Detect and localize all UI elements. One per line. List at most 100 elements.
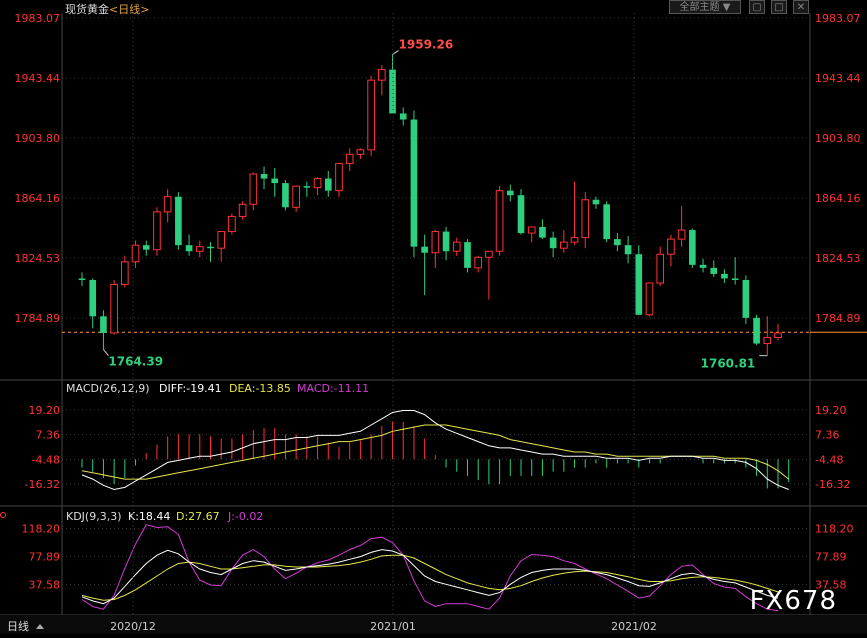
- macd-axis-label-left: 19.20: [29, 404, 61, 417]
- candle-body: [753, 317, 760, 344]
- candle-body: [495, 190, 504, 252]
- watermark-logo: FX678: [749, 586, 837, 616]
- candle-body: [656, 253, 665, 284]
- price-axis-label-right: 1943.44: [815, 72, 861, 85]
- kdj-axis-label-left: 37.58: [29, 579, 61, 592]
- candle-body: [399, 113, 407, 120]
- candle-body: [377, 69, 386, 81]
- candle-body: [763, 337, 772, 345]
- macd-axis-label-right: -4.48: [815, 453, 843, 466]
- price-axis-label-left: 1864.16: [15, 192, 61, 205]
- candle-body: [303, 186, 311, 188]
- price-axis-label-left: 1824.53: [15, 252, 61, 265]
- candle-body: [175, 196, 182, 246]
- candle-body: [260, 174, 268, 179]
- candle-body: [249, 173, 258, 205]
- high-price-annotation: 1959.26: [399, 37, 454, 51]
- candle-body: [452, 241, 461, 252]
- candle-body: [721, 273, 728, 279]
- candle-body: [677, 229, 686, 240]
- candle-body: [367, 79, 375, 151]
- macd-axis-label-right: -16.32: [815, 478, 850, 491]
- candle-body: [313, 178, 322, 189]
- candle-body: [667, 238, 675, 255]
- candle-body: [207, 246, 214, 249]
- candle-body: [217, 231, 226, 249]
- candle-body: [527, 226, 536, 234]
- macd-axis-label-left: -16.32: [25, 478, 60, 491]
- chevron-down-icon: ▼: [722, 2, 731, 13]
- candle-body: [100, 316, 107, 333]
- price-axis-label-right: 1864.16: [815, 192, 861, 205]
- candle-body: [345, 153, 354, 164]
- candle-body: [282, 183, 289, 208]
- candle-body: [699, 264, 707, 268]
- price-axis-label-left: 1943.44: [15, 72, 61, 85]
- theme-selector-label: 全部主题: [679, 2, 720, 13]
- candle-body: [195, 246, 204, 252]
- maximize-icon[interactable]: □: [771, 0, 787, 14]
- price-axis-label-right: 1824.53: [815, 252, 861, 265]
- macd-axis-label-right: 7.36: [815, 429, 840, 442]
- time-axis-label: 2021/02: [611, 620, 657, 633]
- kdj-d-legend: D:27.67: [176, 510, 220, 523]
- candle-body: [271, 178, 279, 184]
- period-label[interactable]: <日线>: [109, 3, 149, 16]
- chart-title-group: 现货黄金<日线>: [65, 1, 149, 17]
- candle-body: [431, 231, 440, 254]
- candle-body: [389, 69, 396, 114]
- candle-body: [485, 250, 493, 258]
- candle-body: [185, 245, 193, 252]
- candle-body: [731, 278, 739, 280]
- kdj-axis-label-left: 77.89: [29, 551, 61, 564]
- macd-axis-label-left: -4.48: [32, 453, 60, 466]
- macd-dea-legend: DEA:-13.85: [229, 382, 291, 395]
- candle-body: [603, 204, 610, 240]
- low-price-annotation-right: 1760.81: [701, 357, 756, 371]
- candle-body: [742, 279, 750, 318]
- macd-label: MACD(26,12,9): [66, 382, 150, 395]
- macd-diff-legend: DIFF:-19.41: [159, 382, 222, 395]
- theme-selector-button[interactable]: 全部主题 ▼: [669, 0, 741, 14]
- candle-body: [517, 195, 525, 234]
- candle-body: [335, 162, 343, 192]
- macd-axis-label-left: 7.36: [36, 429, 61, 442]
- candle-body: [539, 227, 546, 238]
- candle-body: [645, 282, 654, 316]
- candle-body: [121, 261, 129, 286]
- candle-body: [614, 239, 621, 246]
- candle-body: [442, 231, 450, 252]
- macd-value-legend: MACD:-11.11: [297, 382, 369, 395]
- window-restore-icon[interactable]: ▢: [749, 0, 765, 14]
- candle-body: [324, 178, 332, 191]
- price-axis-label-right: 1983.07: [815, 12, 861, 25]
- candle-body: [710, 267, 718, 274]
- candle-body: [624, 245, 632, 255]
- candle-body: [142, 245, 150, 250]
- chart-stage: 1983.07 1983.07 1943.44 1943.44 1903.80 1903.…: [0, 0, 867, 634]
- candle-body: [110, 284, 118, 334]
- candle-body: [410, 119, 418, 247]
- candle-body: [228, 215, 236, 233]
- kdj-label: KDJ(9,3,3): [66, 510, 122, 523]
- price-axis-label-left: 1784.89: [15, 312, 61, 325]
- candle-body: [464, 242, 471, 268]
- price-axis-label-right: 1784.89: [815, 312, 861, 325]
- time-axis-label: 2021/01: [370, 620, 416, 633]
- candle-body: [570, 237, 579, 243]
- price-axis-label-right: 1903.80: [815, 132, 861, 145]
- time-axis-label: 2020/12: [110, 620, 156, 633]
- kdj-j-legend: J:-0.02: [227, 510, 263, 523]
- kdj-axis-label-right: 77.89: [815, 551, 847, 564]
- instrument-title: 现货黄金: [65, 3, 109, 16]
- candle-body: [421, 246, 428, 253]
- price-axis-label-left: 1903.80: [15, 132, 61, 145]
- price-axis-label-left: 1983.07: [15, 12, 61, 25]
- candle-body: [549, 237, 557, 249]
- candle-body: [163, 196, 172, 213]
- candle-body: [689, 230, 696, 265]
- candle-body: [153, 211, 161, 251]
- close-icon[interactable]: ✕: [793, 0, 809, 14]
- kdj-axis-label-left: 118.20: [22, 523, 61, 536]
- candle-body: [635, 254, 643, 315]
